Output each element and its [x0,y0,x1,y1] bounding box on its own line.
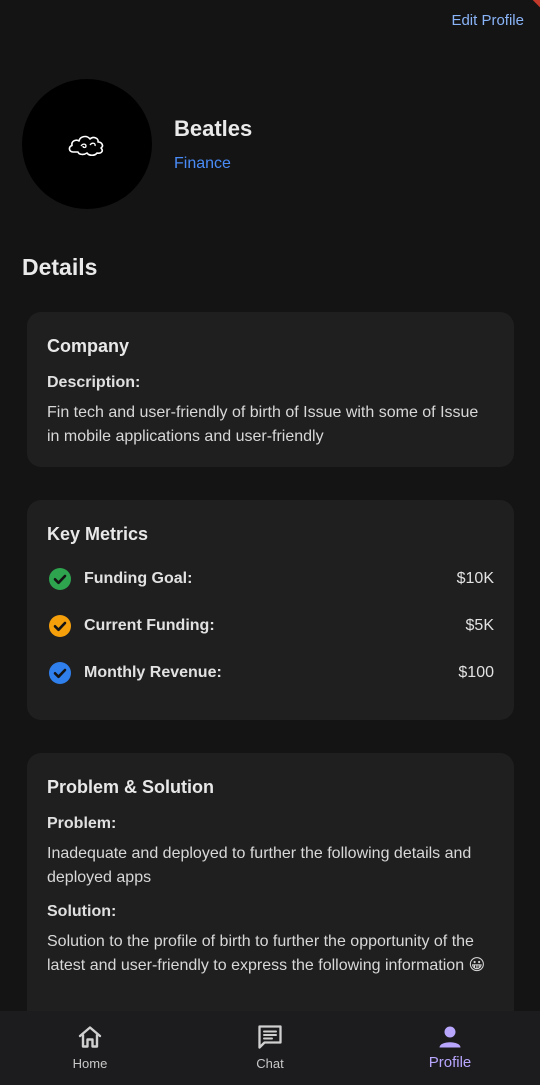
solution-label: Solution: [47,903,117,920]
company-card: Company Description: Fin tech and user-f… [27,312,514,467]
profile-screen: Edit Profile Beatles Finance Details Com… [0,0,540,1085]
key-metrics-card: Key Metrics Funding Goal: $10K Current F… [27,500,514,720]
key-metrics-title: Key Metrics [47,524,149,544]
nav-label: Chat [256,1056,284,1071]
profile-name: Beatles [174,116,253,141]
metric-value: $100 [458,663,494,681]
cloud-logo-icon [68,135,104,157]
nav-item-chat[interactable]: Chat [180,1011,360,1085]
profile-category: Finance [174,155,231,172]
metric-label: Current Funding: [84,616,215,634]
problem-label: Problem: [47,815,117,832]
nav-label: Home [72,1056,108,1071]
avatar [22,79,152,209]
check-circle-icon [49,567,71,590]
metric-row-funding-goal: Funding Goal: $10K [47,555,494,602]
person-icon [439,1026,461,1048]
problem-solution-card: Problem & Solution Problem: Inadequate a… [27,753,514,1043]
check-circle-icon [49,614,71,637]
metric-row-monthly-revenue: Monthly Revenue: $100 [47,649,494,696]
metric-value: $5K [465,616,494,634]
metric-value: $10K [456,569,494,587]
problem-text: Inadequate and deployed to further the f… [47,845,472,886]
metric-row-current-funding: Current Funding: $5K [47,602,494,649]
edit-profile-button[interactable]: Edit Profile [451,12,524,29]
problem-solution-title: Problem & Solution [47,777,215,797]
nav-item-home[interactable]: Home [0,1011,180,1085]
home-icon [78,1026,102,1048]
metric-label: Monthly Revenue: [84,663,222,681]
metric-label: Funding Goal: [84,569,193,587]
corner-accent [530,0,540,10]
chat-icon [258,1025,282,1049]
check-circle-icon [49,661,71,684]
description-label: Description: [47,374,141,391]
details-heading: Details [22,254,98,280]
nav-item-profile[interactable]: Profile [360,1011,540,1085]
description-text: Fin tech and user-friendly of birth of I… [47,404,479,445]
company-title: Company [47,336,130,356]
bottom-nav: Home Chat Profile [0,1011,540,1085]
nav-label: Profile [428,1054,472,1071]
solution-text: Solution to the profile of birth to furt… [47,933,486,974]
